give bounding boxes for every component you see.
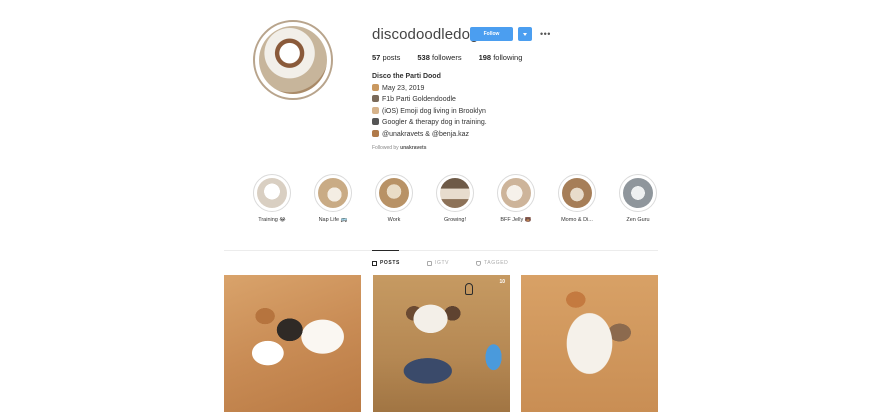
grid-icon	[372, 260, 377, 266]
highlight-training[interactable]: Training 😂	[242, 174, 302, 223]
active-tab-indicator	[372, 250, 399, 251]
family-icon	[372, 129, 379, 137]
highlight-cover	[257, 178, 287, 208]
followed-by[interactable]: Followed by unakravets	[372, 145, 426, 151]
dog-face-icon	[372, 83, 379, 91]
tab-igtv[interactable]: IGTV	[427, 260, 449, 266]
highlight-nap-life[interactable]: Nap Life 🚌	[303, 174, 363, 223]
profile-tabs: POSTS IGTV TAGGED	[224, 250, 658, 270]
hanger-decoration	[465, 283, 473, 295]
more-options-icon[interactable]: •••	[540, 29, 551, 39]
tab-posts[interactable]: POSTS	[372, 260, 400, 266]
profile-stats: 57 posts 538 followers 198 following	[372, 53, 539, 62]
highlight-label: Momo & Di...	[561, 217, 593, 223]
dog-emoji-icon	[372, 106, 379, 114]
post-thumbnail-2[interactable]: 10	[373, 275, 510, 412]
story-highlights: Training 😂 Nap Life 🚌 Work Growing! BFF …	[242, 174, 657, 229]
profile-bio: Disco the Parti Dood May 23, 2019 F1b Pa…	[372, 71, 487, 140]
bio-line-location: (iOS) Emoji dog living in Brooklyn	[372, 106, 487, 118]
dog-breed-icon	[372, 95, 379, 102]
followers-stat[interactable]: 538 followers	[417, 53, 461, 62]
followers-count: 538	[417, 53, 430, 62]
highlight-label: Growing!	[443, 217, 466, 223]
follow-button[interactable]: Follow	[470, 27, 513, 41]
highlight-growing[interactable]: Growing!	[425, 174, 485, 223]
highlight-cover	[501, 178, 531, 208]
avatar-photo	[259, 26, 327, 94]
profile-avatar[interactable]	[253, 20, 333, 100]
followers-label: followers	[431, 53, 462, 62]
bio-line-breed: F1b Parti Goldendoodle	[372, 94, 487, 106]
profile-username: discodoodledog	[372, 26, 479, 43]
igtv-icon	[427, 260, 432, 266]
posts-label: posts	[382, 53, 401, 62]
tab-tagged[interactable]: TAGGED	[476, 260, 508, 266]
post-thumbnail-3[interactable]	[521, 275, 658, 412]
bio-line-birthday: May 23, 2019	[372, 83, 487, 95]
posts-count: 57	[372, 53, 381, 62]
highlight-label: Zen Guru	[626, 217, 650, 223]
post-thumbnail-1[interactable]	[224, 275, 361, 412]
highlight-zen-guru[interactable]: Zen Guru	[608, 174, 668, 223]
following-stat[interactable]: 198 following	[479, 53, 523, 62]
highlight-cover	[379, 178, 409, 208]
highlight-label: Work	[387, 217, 401, 223]
highlight-label: Nap Life 🚌	[318, 217, 348, 223]
bio-line-work: Googler & therapy dog in training.	[372, 117, 487, 129]
suggested-accounts-button[interactable]	[518, 27, 532, 41]
highlight-bff-jelly[interactable]: BFF Jelly 🐻	[486, 174, 546, 223]
following-count: 198	[478, 53, 492, 62]
highlight-momo-di[interactable]: Momo & Di...	[547, 174, 607, 223]
tag-icon	[476, 260, 481, 266]
highlight-work[interactable]: Work	[364, 174, 424, 223]
post-badge: 10	[499, 279, 505, 285]
camera-icon	[372, 118, 379, 125]
highlight-cover	[623, 178, 653, 208]
highlight-cover	[562, 178, 592, 208]
highlight-cover	[318, 178, 348, 208]
highlight-cover	[440, 178, 470, 208]
chevron-down-icon	[523, 32, 527, 36]
bio-line-owners: @unakravets & @benja.kaz	[372, 129, 487, 141]
following-label: following	[493, 53, 523, 62]
highlight-label: BFF Jelly 🐻	[500, 217, 532, 223]
posts-stat: 57 posts	[372, 53, 400, 62]
highlight-label: Training 😂	[258, 217, 286, 223]
bio-name: Disco the Parti Dood	[372, 73, 441, 80]
